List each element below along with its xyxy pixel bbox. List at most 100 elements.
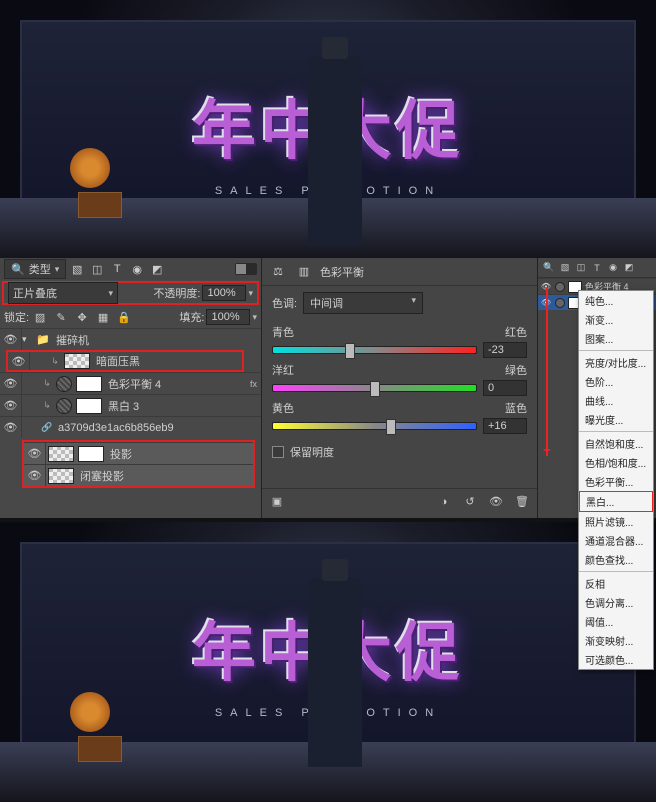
search-icon[interactable]: 🔍 (542, 261, 556, 275)
menu-item[interactable]: 黑白... (579, 491, 653, 512)
filter-pixel-icon[interactable]: ▧ (68, 260, 86, 278)
canvas-bottom: 年中大促 SALES PROMOTION (0, 522, 656, 802)
clip-icon: ↳ (40, 400, 54, 411)
visibility-toggle[interactable]: 👁 (8, 352, 30, 370)
filter-type-icon[interactable]: T (590, 261, 604, 275)
visibility-toggle[interactable]: 👁 (24, 443, 46, 464)
menu-item[interactable]: 阈值... (579, 612, 653, 631)
opacity-input[interactable]: 100% (202, 285, 246, 301)
menu-item[interactable]: 自然饱和度... (579, 434, 653, 453)
layer-name[interactable]: 闭塞投影 (80, 468, 124, 484)
layer-tree[interactable]: 👁 ▾ 📁 摧碎机 👁 ↳ 暗面压黑 👁 ↳ 色彩平衡 4 fx (0, 328, 261, 518)
lock-artboard-icon[interactable]: ▦ (94, 308, 112, 326)
slider-value[interactable]: 0 (483, 380, 527, 396)
fill-input[interactable]: 100% (206, 309, 250, 325)
filter-type-select[interactable]: 🔍 类型 ▾ (4, 259, 66, 279)
blend-mode-select[interactable]: 正片叠底 ▾ (8, 282, 118, 304)
twisty-icon[interactable]: ▾ (22, 334, 34, 345)
slider-thumb[interactable] (370, 381, 380, 397)
layer-name[interactable]: 黑白 3 (108, 398, 139, 414)
layer-row[interactable]: 👁 闭塞投影 (24, 464, 253, 486)
visibility-toggle[interactable]: 👁 (24, 465, 46, 486)
lock-paint-icon[interactable]: ✎ (52, 308, 70, 326)
slider-track[interactable] (272, 422, 477, 430)
menu-item[interactable]: 曲线... (579, 391, 653, 410)
cb-title: 色彩平衡 (320, 264, 364, 280)
view-previous-icon[interactable]: ◑ (435, 493, 453, 511)
reset-icon[interactable]: ↺ (461, 493, 479, 511)
menu-item[interactable]: 色阶... (579, 372, 653, 391)
checkbox[interactable] (272, 446, 284, 458)
tone-select[interactable]: 中间调 ▾ (303, 292, 423, 314)
cb-footer: ▣ ◑ ↺ 👁 🗑 (262, 488, 537, 514)
filter-smart-icon[interactable]: ◩ (622, 261, 636, 275)
delete-icon[interactable]: 🗑 (513, 493, 531, 511)
slider-right-label: 红色 (505, 324, 527, 340)
menu-item[interactable]: 亮度/对比度... (579, 353, 653, 372)
mask-thumb (76, 398, 102, 414)
layer-name[interactable]: a3709d3e1ac6b856eb9 (58, 422, 174, 434)
chevron-down-icon: ▾ (55, 264, 60, 275)
menu-item[interactable]: 曝光度... (579, 410, 653, 429)
menu-item[interactable]: 色相/饱和度... (579, 453, 653, 472)
adjustment-thumb (555, 298, 565, 308)
filter-type-icon[interactable]: T (108, 260, 126, 278)
filter-smart-icon[interactable]: ◩ (148, 260, 166, 278)
lock-position-icon[interactable]: ✥ (73, 308, 91, 326)
adjustment-thumb (56, 376, 72, 392)
visibility-toggle[interactable]: 👁 (0, 329, 22, 350)
slider-value[interactable]: +16 (483, 418, 527, 434)
menu-item[interactable]: 反相 (579, 574, 653, 593)
slider-right-label: 蓝色 (505, 400, 527, 416)
fx-badge[interactable]: fx (250, 379, 257, 389)
chevron-down-icon: ▾ (412, 295, 417, 311)
layer-name[interactable]: 投影 (110, 446, 132, 462)
lock-all-icon[interactable]: 🔒 (115, 308, 133, 326)
layer-row[interactable]: 👁 ↳ 黑白 3 (0, 394, 261, 416)
filter-adjust-icon[interactable]: ◫ (574, 261, 588, 275)
slider-thumb[interactable] (345, 343, 355, 359)
filter-shape-icon[interactable]: ◉ (128, 260, 146, 278)
layer-row[interactable]: 👁 投影 (24, 442, 253, 464)
slider-track[interactable] (272, 384, 477, 392)
menu-item[interactable]: 渐变... (579, 310, 653, 329)
mask-thumb (76, 376, 102, 392)
layer-name[interactable]: 色彩平衡 4 (108, 376, 161, 392)
filter-toggle[interactable] (235, 263, 257, 275)
menu-item[interactable]: 照片滤镜... (579, 512, 653, 531)
chevron-down-icon[interactable]: ▾ (248, 288, 253, 299)
lock-transparent-icon[interactable]: ▨ (31, 308, 49, 326)
menu-item[interactable]: 颜色查找... (579, 550, 653, 569)
clip-to-layer-icon[interactable]: ▣ (268, 493, 286, 511)
visibility-toggle[interactable]: 👁 (0, 373, 22, 394)
visibility-toggle[interactable]: 👁 (0, 417, 22, 438)
preset-icon[interactable]: ▥ (294, 264, 314, 280)
layer-row[interactable]: 👁 ↳ 暗面压黑 (6, 350, 244, 372)
chevron-down-icon[interactable]: ▾ (252, 312, 257, 323)
canvas-top: 年中大促 SALES PROMOTION (0, 0, 656, 258)
slider-cyan-red: 青色 红色 -23 (272, 324, 527, 358)
layer-group-row[interactable]: 👁 ▾ 📁 摧碎机 (0, 328, 261, 350)
layer-row[interactable]: 👁 🔗 a3709d3e1ac6b856eb9 (0, 416, 261, 438)
menu-item[interactable]: 色调分离... (579, 593, 653, 612)
menu-item[interactable]: 通道混合器... (579, 531, 653, 550)
menu-item[interactable]: 色彩平衡... (579, 472, 653, 491)
layer-name[interactable]: 暗面压黑 (96, 353, 140, 369)
filter-pixel-icon[interactable]: ▧ (558, 261, 572, 275)
menu-item[interactable]: 渐变映射... (579, 631, 653, 650)
slider-thumb[interactable] (386, 419, 396, 435)
tone-value: 中间调 (310, 295, 343, 311)
filter-adjust-icon[interactable]: ◫ (88, 260, 106, 278)
slider-track[interactable] (272, 346, 477, 354)
toggle-visibility-icon[interactable]: 👁 (487, 493, 505, 511)
visibility-toggle[interactable]: 👁 (0, 395, 22, 416)
filter-shape-icon[interactable]: ◉ (606, 261, 620, 275)
new-adjustment-menu[interactable]: 纯色...渐变...图案... 亮度/对比度...色阶...曲线...曝光度...… (578, 290, 654, 670)
menu-item[interactable]: 可选颜色... (579, 650, 653, 669)
slider-value[interactable]: -23 (483, 342, 527, 358)
preserve-luminosity[interactable]: 保留明度 (272, 444, 527, 460)
group-name[interactable]: 摧碎机 (56, 332, 89, 348)
menu-item[interactable]: 纯色... (579, 291, 653, 310)
menu-item[interactable]: 图案... (579, 329, 653, 348)
layer-row[interactable]: 👁 ↳ 色彩平衡 4 fx (0, 372, 261, 394)
